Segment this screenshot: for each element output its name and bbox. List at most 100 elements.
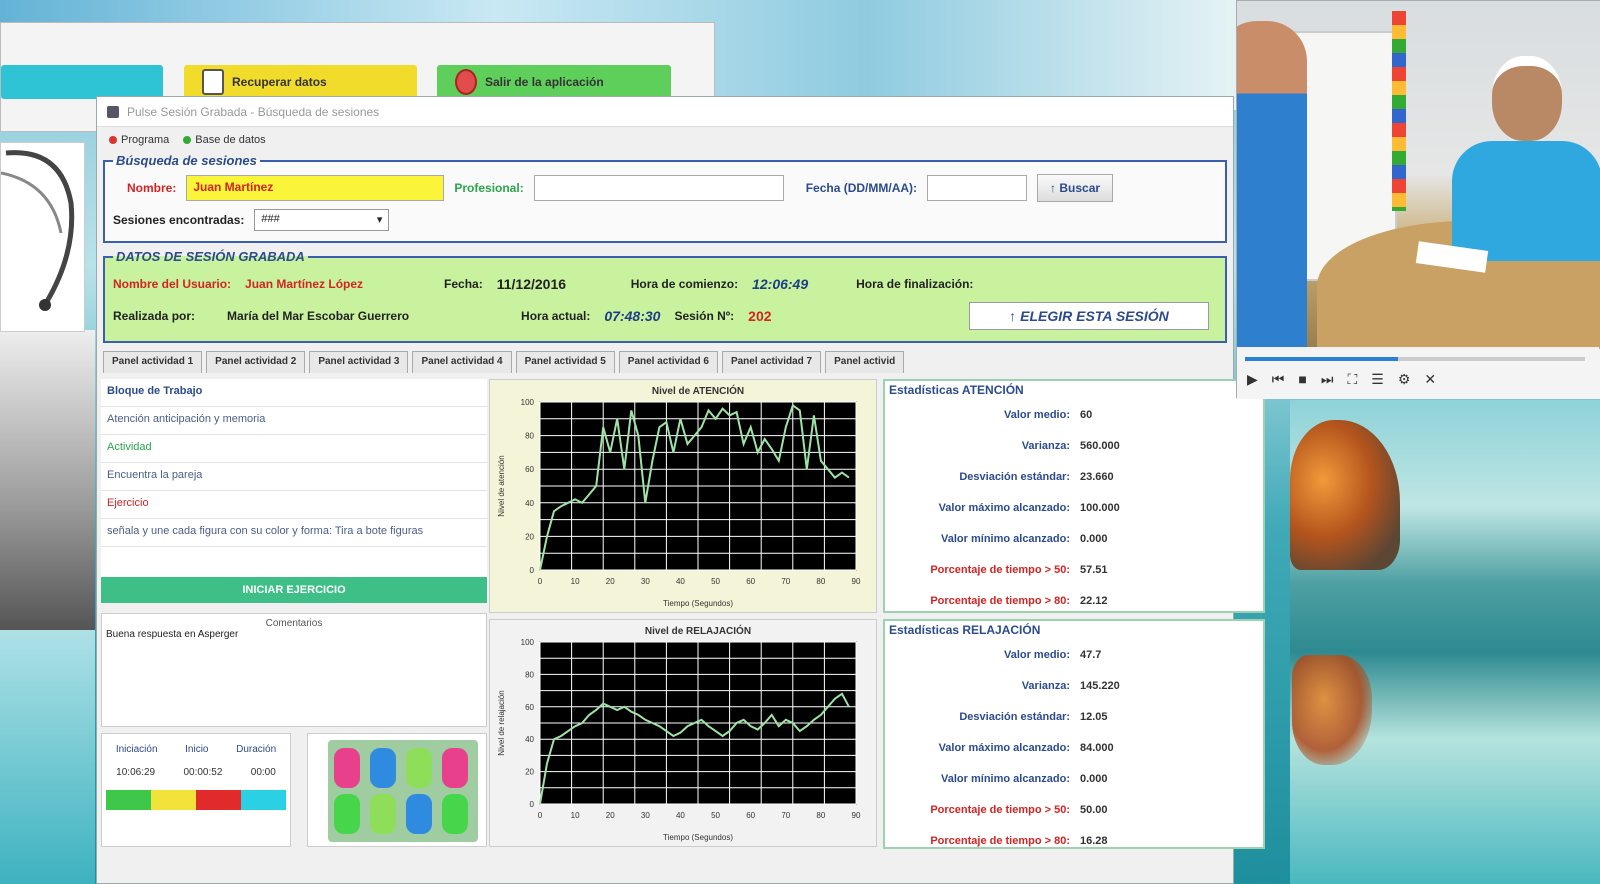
relax-stat-value: 16.28 <box>1080 834 1108 847</box>
profesional-input[interactable] <box>533 175 784 201</box>
child-body <box>1452 141 1600 261</box>
close-icon[interactable]: ✕ <box>1424 371 1436 388</box>
desktop-strip <box>0 330 95 630</box>
menu-programa[interactable]: Programa <box>109 134 169 146</box>
x-tick-label: 90 <box>852 811 861 820</box>
bloque-value: Atención anticipación y memoria <box>101 407 487 435</box>
relax-stat-label: Valor mínimo alcanzado: <box>941 772 1070 785</box>
activity-tabs: Panel actividad 1 Panel actividad 2 Pane… <box>103 351 1233 373</box>
relax-stat-value: 47.7 <box>1080 648 1102 661</box>
attention-chart-panel: Nivel de ATENCIÓN 0 10 20 30 40 50 60 70 80 90 0 20 4… <box>489 379 877 613</box>
relax-stat-value: 50.00 <box>1080 803 1108 816</box>
buscar-button[interactable]: ↑ Buscar <box>1037 174 1114 202</box>
search-legend: Búsqueda de sesiones <box>116 153 257 168</box>
iniciar-ejercicio-button[interactable]: INICIAR EJERCICIO <box>101 577 487 603</box>
exit-icon <box>455 69 477 95</box>
y-tick-label: 80 <box>525 432 534 441</box>
timer-header-2: Inicio <box>185 744 209 755</box>
hora-fin-label: Hora de finalización: <box>856 277 974 291</box>
elegir-sesion-button[interactable]: ↑ ELEGIR ESTA SESIÓN <box>969 302 1209 330</box>
desktop-strip-sea <box>0 630 95 884</box>
x-tick-label: 70 <box>781 811 790 820</box>
wallpaper-rock-reflection <box>1292 655 1372 765</box>
database-icon <box>183 136 192 144</box>
tab-panel-3[interactable]: Panel actividad 3 <box>309 351 409 373</box>
stop-icon[interactable]: ■ <box>1298 371 1306 388</box>
y-tick-label: 100 <box>521 638 535 647</box>
exercise-info-panel: Bloque de Trabajo Atención anticipación … <box>101 379 487 599</box>
buscar-label: Buscar <box>1059 181 1101 195</box>
attention-stat-value: 0.000 <box>1080 532 1108 545</box>
color-yellow[interactable] <box>151 790 196 810</box>
playlist-icon[interactable]: ☰ <box>1371 371 1384 388</box>
tab-panel-2[interactable]: Panel actividad 2 <box>206 351 306 373</box>
x-tick-label: 50 <box>711 577 720 586</box>
settings-icon[interactable]: ⚙ <box>1398 371 1411 388</box>
headset-image <box>0 142 85 332</box>
color-green[interactable] <box>106 790 151 810</box>
attention-stat-row: Porcentaje de tiempo > 80: 22.12 <box>885 585 1263 616</box>
realizada-value: María del Mar Escobar Guerrero <box>227 309 410 323</box>
fecha-input[interactable] <box>927 175 1028 201</box>
color-cyan[interactable] <box>241 790 286 810</box>
play-icon[interactable]: ▶ <box>1247 371 1258 388</box>
exit-app-button[interactable]: Salir de la aplicación <box>437 65 671 99</box>
tab-panel-1[interactable]: Panel actividad 1 <box>103 351 203 373</box>
relax-stat-label: Varianza: <box>1021 679 1070 692</box>
y-tick-label: 60 <box>525 465 534 474</box>
document-icon <box>202 69 224 95</box>
attention-stats-header: Estadísticas ATENCIÓN <box>889 383 1024 397</box>
comments-title: Comentarios <box>265 618 323 629</box>
video-frame <box>1237 1 1600 347</box>
found-sessions-select[interactable]: ### ▾ <box>254 209 390 231</box>
relax-stat-row: Valor mínimo alcanzado: 0.000 <box>885 763 1263 794</box>
tab-panel-7[interactable]: Panel actividad 7 <box>721 351 822 373</box>
main-titlebar: Pulse Sesión Grabada - Búsqueda de sesio… <box>97 97 1233 127</box>
x-axis-label: Tiempo (Segundos) <box>663 833 733 842</box>
tab-panel-4[interactable]: Panel actividad 4 <box>412 351 512 373</box>
exercise-cards-image <box>307 733 487 847</box>
chart-title: Nivel de ATENCIÓN <box>652 384 744 397</box>
x-tick-label: 80 <box>816 577 825 586</box>
tab-panel-6[interactable]: Panel actividad 6 <box>618 351 718 373</box>
menu-base-datos[interactable]: Base de datos <box>183 134 266 146</box>
y-axis-label: Nivel de atención <box>497 455 506 516</box>
relax-stat-label: Porcentaje de tiempo > 80: <box>930 834 1070 847</box>
relax-stat-row: Valor máximo alcanzado: 84.000 <box>885 732 1263 763</box>
attention-stat-value: 23.660 <box>1080 470 1114 483</box>
relax-stats-panel: Estadísticas RELAJACIÓN Valor medio: 47.7… <box>883 619 1265 849</box>
relax-stat-label: Desviación estándar: <box>959 710 1070 723</box>
timer-header-1: Iniciación <box>115 744 158 755</box>
attention-stat-value: 60 <box>1080 408 1093 421</box>
video-controls: ▶ ⏮ ■ ⏭ ⛶ ☰ ⚙ ✕ <box>1237 349 1600 399</box>
elegir-sesion-label: ELEGIR ESTA SESIÓN <box>1020 308 1169 324</box>
back-button-1[interactable] <box>1 65 163 99</box>
tab-panel-5[interactable]: Panel actividad 5 <box>515 351 615 373</box>
relax-stat-value: 12.05 <box>1080 710 1108 723</box>
attention-stat-row: Desviación estándar: 23.660 <box>885 461 1263 492</box>
sesion-label: Sesión Nº: <box>674 309 735 323</box>
recover-data-button[interactable]: Recuperar datos <box>184 65 417 99</box>
fullscreen-icon[interactable]: ⛶ <box>1347 371 1357 388</box>
relax-stat-value: 84.000 <box>1080 741 1114 754</box>
next-icon[interactable]: ⏭ <box>1321 371 1334 388</box>
tab-panel-8[interactable]: Panel activid <box>825 351 905 373</box>
menubar: Programa Base de datos <box>97 127 1233 153</box>
fecha-label: Fecha: <box>444 277 483 291</box>
color-red[interactable] <box>196 790 241 810</box>
video-seek-bar[interactable] <box>1245 357 1585 361</box>
nombre-label: Nombre: <box>127 181 177 195</box>
previous-icon[interactable]: ⏮ <box>1272 371 1285 388</box>
profesional-label: Profesional: <box>454 181 524 195</box>
window-title: Pulse Sesión Grabada - Búsqueda de sesio… <box>127 104 380 119</box>
y-tick-label: 100 <box>521 398 535 407</box>
relax-stat-row: Porcentaje de tiempo > 50: 50.00 <box>885 794 1263 825</box>
session-data-group: DATOS DE SESIÓN GRABADA Nombre del Usuar… <box>103 249 1227 343</box>
attention-stat-label: Valor máximo alcanzado: <box>938 501 1070 514</box>
relax-stat-label: Valor medio: <box>1003 648 1070 661</box>
comments-box[interactable]: Comentarios Buena respuesta en Asperger <box>101 613 487 727</box>
ejercicio-value: señala y une cada figura con su color y … <box>101 519 487 547</box>
nombre-input[interactable]: Juan Martínez <box>186 175 445 201</box>
relax-chart-panel: Nivel de RELAJACIÓN 0 10 20 30 40 50 60 70 80 90 0 2… <box>489 619 877 847</box>
y-tick-label: 20 <box>525 768 534 777</box>
